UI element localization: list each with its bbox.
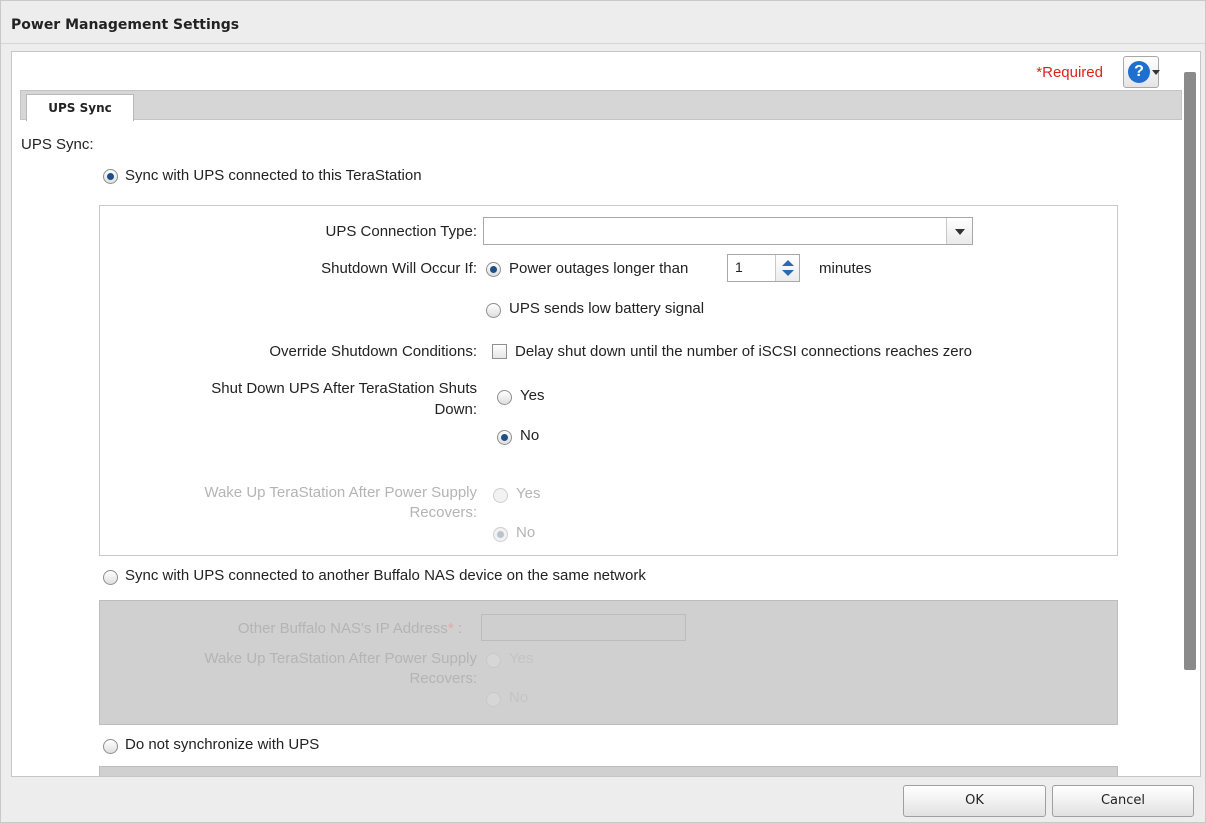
shutdown-ups-yes-radio[interactable]	[497, 390, 512, 405]
connection-type-select[interactable]	[483, 217, 973, 245]
title-divider	[1, 43, 1205, 44]
vertical-scrollbar[interactable]	[1184, 72, 1196, 670]
tab-ups-sync[interactable]: UPS Sync	[26, 94, 134, 121]
sync-local-radio[interactable]	[103, 169, 118, 184]
network-wake-up-no-label: No	[509, 689, 529, 706]
wake-up-label-line1: Wake Up TeraStation After Power Supply	[204, 484, 477, 501]
wake-up-no-label: No	[516, 524, 536, 541]
chevron-down-icon	[946, 218, 972, 244]
ip-address-label: Other Buffalo NAS's IP Address* :	[237, 620, 462, 637]
shutdown-ups-label-line2: Down:	[434, 401, 477, 418]
shutdown-ups-label-line1: Shut Down UPS After TeraStation Shuts	[211, 380, 477, 397]
local-ups-panel: UPS Connection Type: Shutdown Will Occur…	[99, 205, 1118, 556]
sync-network-radio[interactable]	[103, 570, 118, 585]
shutdown-low-battery-radio[interactable]	[486, 303, 501, 318]
override-label: Override Shutdown Conditions:	[269, 343, 477, 360]
sync-local-label: Sync with UPS connected to this TeraStat…	[125, 167, 422, 184]
sync-network-label: Sync with UPS connected to another Buffa…	[125, 567, 646, 584]
chevron-up-icon[interactable]	[782, 260, 794, 266]
stepper-buttons[interactable]	[775, 255, 799, 281]
chevron-down-icon[interactable]	[782, 270, 794, 276]
network-wake-up-no-radio[interactable]	[486, 692, 501, 707]
help-button[interactable]: ?	[1123, 56, 1160, 88]
network-wake-up-yes-radio[interactable]	[486, 653, 501, 668]
wake-up-no-radio[interactable]	[493, 527, 508, 542]
shutdown-ups-no-label: No	[520, 427, 540, 444]
wake-up-yes-radio[interactable]	[493, 488, 508, 503]
wake-up-label-line2: Recovers:	[409, 504, 477, 521]
no-sync-radio[interactable]	[103, 739, 118, 754]
minutes-unit-label: minutes	[819, 260, 872, 277]
no-sync-panel	[99, 766, 1118, 776]
shutdown-outage-label: Power outages longer than	[509, 260, 689, 277]
cancel-button[interactable]: Cancel	[1052, 785, 1194, 817]
help-icon: ?	[1128, 61, 1150, 83]
network-wake-up-label-line2: Recovers:	[409, 670, 477, 687]
minutes-value: 1	[735, 259, 743, 275]
settings-content-area: *Required ? UPS Sync UPS Sync: Sync with…	[11, 51, 1201, 777]
shutdown-ups-yes-label: Yes	[520, 387, 545, 404]
connection-type-label: UPS Connection Type:	[325, 223, 477, 240]
power-management-dialog: Power Management Settings *Required ? UP…	[0, 0, 1206, 823]
network-wake-up-label-line1: Wake Up TeraStation After Power Supply	[204, 650, 477, 667]
shutdown-outage-radio[interactable]	[486, 262, 501, 277]
wake-up-yes-label: Yes	[516, 485, 541, 502]
chevron-down-icon	[1152, 70, 1160, 75]
shutdown-low-battery-label: UPS sends low battery signal	[509, 300, 705, 317]
delay-shutdown-label: Delay shut down until the number of iSCS…	[515, 343, 972, 360]
required-indicator: *Required	[1036, 64, 1103, 81]
network-wake-up-yes-label: Yes	[509, 650, 534, 667]
network-ups-panel: Other Buffalo NAS's IP Address* : Wake U…	[99, 600, 1118, 725]
ups-sync-heading: UPS Sync:	[21, 136, 94, 153]
shutdown-if-label: Shutdown Will Occur If:	[321, 260, 477, 277]
delay-shutdown-checkbox[interactable]	[492, 344, 507, 359]
shutdown-ups-no-radio[interactable]	[497, 430, 512, 445]
ip-address-input[interactable]	[481, 614, 686, 641]
ok-button[interactable]: OK	[903, 785, 1046, 817]
tab-bar: UPS Sync	[20, 90, 1182, 121]
dialog-title: Power Management Settings	[11, 17, 240, 33]
no-sync-label: Do not synchronize with UPS	[125, 736, 320, 753]
minutes-stepper[interactable]: 1	[727, 254, 800, 282]
